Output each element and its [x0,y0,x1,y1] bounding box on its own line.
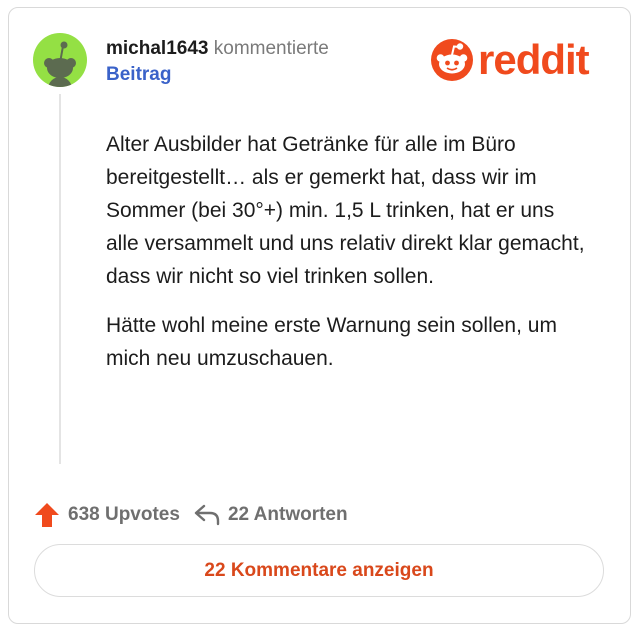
post-link[interactable]: Beitrag [106,62,406,88]
upvote-arrow-icon [35,503,59,527]
reddit-wordmark: reddit [478,36,590,83]
comment-action-text: kommentierte [213,38,329,59]
reply-button[interactable]: 22 Antworten [194,504,348,526]
upvote-button[interactable]: 638 Upvotes [34,502,180,528]
view-comments-button[interactable]: 22 Kommentare anzeigen [34,544,604,597]
reddit-snoo-icon [431,39,473,81]
avatar[interactable] [33,33,87,87]
view-comments-label: 22 Kommentare anzeigen [204,559,434,581]
upvote-count: 638 Upvotes [68,504,180,525]
comment-header: michal1643 kommentierte Beitrag [106,36,406,88]
username[interactable]: michal1643 [106,38,208,59]
comment-body: Alter Ausbilder hat Getränke für alle im… [106,128,586,391]
thread-line [59,94,61,464]
snoo-avatar-icon [44,41,76,87]
comment-footer: 638 Upvotes 22 Antworten [34,502,348,528]
comment-paragraph: Hätte wohl meine erste Warnung sein soll… [106,314,557,370]
reply-count: 22 Antworten [227,504,348,525]
reply-arrow-icon [194,504,220,526]
reddit-logo: reddit [430,36,590,83]
comment-paragraph: Alter Ausbilder hat Getränke für alle im… [106,133,585,288]
